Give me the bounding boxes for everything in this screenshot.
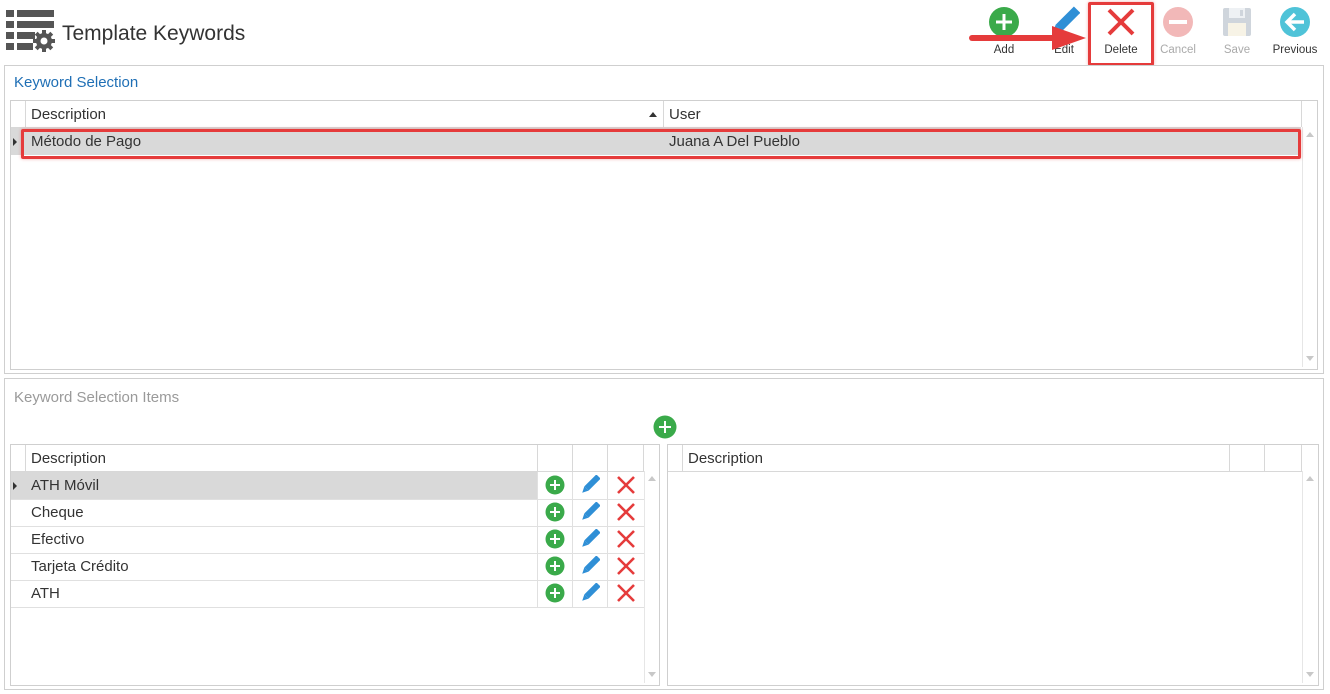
current-row-indicator bbox=[13, 482, 17, 490]
scroll-down-arrow[interactable] bbox=[1306, 672, 1314, 677]
pencil-icon[interactable] bbox=[580, 474, 601, 495]
description-cell: Efectivo bbox=[26, 526, 538, 553]
table-row[interactable]: ATH Móvil bbox=[11, 472, 644, 500]
column-header-description[interactable]: Description bbox=[683, 445, 1230, 471]
add-cell bbox=[538, 580, 573, 607]
table-row[interactable]: Efectivo bbox=[11, 526, 644, 554]
delete-cell bbox=[608, 580, 644, 607]
delete-cell bbox=[608, 499, 644, 526]
scroll-up-arrow[interactable] bbox=[1306, 476, 1314, 481]
pencil-icon[interactable] bbox=[580, 528, 601, 549]
cancel-label: Cancel bbox=[1160, 44, 1196, 56]
description-cell: Cheque bbox=[26, 499, 538, 526]
plus-circle-icon[interactable] bbox=[545, 583, 565, 603]
vertical-scrollbar[interactable] bbox=[1302, 471, 1317, 683]
add-cell bbox=[538, 526, 573, 553]
x-icon[interactable] bbox=[616, 583, 636, 603]
selected-row-highlight-box bbox=[21, 129, 1301, 159]
x-icon[interactable] bbox=[616, 529, 636, 549]
row-indicator-header bbox=[11, 101, 26, 127]
column-header-edit bbox=[573, 445, 608, 471]
page-title: Template Keywords bbox=[62, 22, 246, 45]
column-header-description[interactable]: Description bbox=[26, 101, 664, 127]
edit-cell bbox=[573, 472, 608, 499]
add-item-button[interactable] bbox=[653, 415, 677, 439]
pencil-icon[interactable] bbox=[580, 555, 601, 576]
edit-cell bbox=[573, 526, 608, 553]
add-cell bbox=[538, 472, 573, 499]
vertical-scrollbar[interactable] bbox=[644, 471, 659, 683]
keyword-selection-items-title: Keyword Selection Items bbox=[14, 389, 180, 406]
scroll-up-arrow[interactable] bbox=[1306, 132, 1314, 137]
pencil-icon[interactable] bbox=[580, 582, 601, 603]
column-header-description[interactable]: Description bbox=[26, 445, 538, 471]
x-icon[interactable] bbox=[616, 502, 636, 522]
plus-circle-icon[interactable] bbox=[545, 556, 565, 576]
description-cell: Tarjeta Crédito bbox=[26, 553, 538, 580]
vertical-scrollbar[interactable] bbox=[1302, 127, 1317, 367]
pencil-icon[interactable] bbox=[580, 501, 601, 522]
edit-cell bbox=[573, 580, 608, 607]
scroll-up-arrow[interactable] bbox=[648, 476, 656, 481]
description-cell: ATH bbox=[26, 580, 538, 607]
table-row[interactable]: Cheque bbox=[11, 499, 644, 527]
list-gear-icon bbox=[6, 10, 58, 54]
cancel-button[interactable]: Cancel bbox=[1148, 4, 1208, 60]
row-indicator-header bbox=[11, 445, 26, 471]
keyword-selection-items-panel: Keyword Selection Items Description ATH … bbox=[4, 378, 1324, 690]
row-indicator-header bbox=[668, 445, 683, 471]
previous-button[interactable]: Previous bbox=[1265, 4, 1325, 60]
sub-items-grid: Description bbox=[667, 444, 1319, 686]
delete-cell bbox=[608, 472, 644, 499]
save-button[interactable]: Save bbox=[1207, 4, 1267, 60]
scroll-down-arrow[interactable] bbox=[648, 672, 656, 677]
sort-ascending-icon bbox=[649, 112, 657, 117]
scroll-down-arrow[interactable] bbox=[1306, 356, 1314, 361]
grid-header: Description bbox=[11, 445, 644, 472]
edit-cell bbox=[573, 553, 608, 580]
x-icon[interactable] bbox=[616, 556, 636, 576]
column-header-delete bbox=[1265, 445, 1302, 471]
current-row-indicator bbox=[13, 138, 17, 146]
floppy-disk-icon bbox=[1221, 6, 1253, 38]
column-header-user[interactable]: User bbox=[664, 101, 1302, 127]
column-header-edit bbox=[1230, 445, 1265, 471]
items-grid: Description ATH Móvil Cheque Efectivo Ta… bbox=[10, 444, 660, 686]
save-label: Save bbox=[1223, 44, 1251, 56]
table-row[interactable]: Tarjeta Crédito bbox=[11, 553, 644, 581]
plus-circle-icon[interactable] bbox=[545, 502, 565, 522]
table-row[interactable]: ATH bbox=[11, 580, 644, 608]
previous-label: Previous bbox=[1272, 44, 1318, 56]
delete-cell bbox=[608, 526, 644, 553]
arrow-left-circle-icon bbox=[1279, 6, 1311, 38]
keyword-selection-title: Keyword Selection bbox=[14, 74, 139, 91]
header: Template Keywords Add Edit Delete Cancel… bbox=[0, 0, 1330, 66]
delete-highlight-box bbox=[1088, 2, 1154, 66]
edit-cell bbox=[573, 499, 608, 526]
grid-header: Description User bbox=[11, 101, 1302, 128]
x-icon[interactable] bbox=[616, 475, 636, 495]
minus-circle-icon bbox=[1162, 6, 1194, 38]
add-cell bbox=[538, 499, 573, 526]
delete-cell bbox=[608, 553, 644, 580]
annotation-arrow bbox=[968, 26, 1090, 50]
column-header-delete bbox=[608, 445, 644, 471]
column-header-add bbox=[538, 445, 573, 471]
plus-circle-icon[interactable] bbox=[545, 475, 565, 495]
keyword-selection-panel: Keyword Selection Description User Métod… bbox=[4, 65, 1324, 374]
grid-header: Description bbox=[668, 445, 1302, 472]
plus-circle-icon[interactable] bbox=[545, 529, 565, 549]
add-cell bbox=[538, 553, 573, 580]
description-cell: ATH Móvil bbox=[26, 472, 538, 499]
